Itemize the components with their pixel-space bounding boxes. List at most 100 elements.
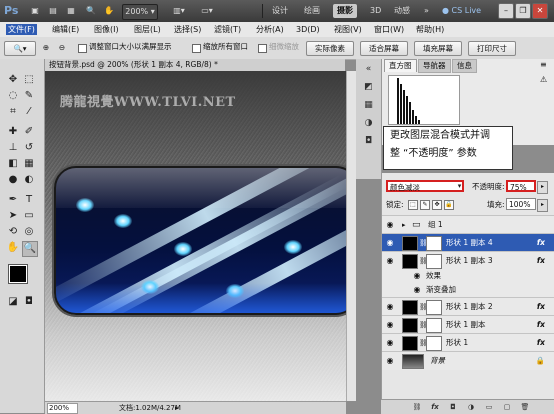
lock-image-icon[interactable]: ✎	[420, 200, 430, 210]
expand-triangle-icon[interactable]: ▸	[402, 220, 406, 230]
tool-preset-picker[interactable]: 🔍▾	[4, 41, 36, 56]
foreground-color-swatch[interactable]	[8, 264, 28, 284]
visibility-eye-icon[interactable]: ◉	[385, 302, 395, 312]
resize-windows-checkbox[interactable]	[78, 44, 87, 53]
zoom-level-select[interactable]: 200% ▾	[122, 4, 158, 20]
background-layer-row[interactable]: ◉ 背景 🔒	[382, 351, 554, 370]
3d-camera-icon[interactable]: ◎	[22, 225, 36, 239]
zoom-tool-icon[interactable]: 🔍	[84, 4, 98, 18]
delete-layer-icon[interactable]: 🗑	[519, 402, 531, 412]
fx-icon[interactable]: fx	[537, 320, 545, 330]
workspace-motion[interactable]: 动感	[390, 4, 414, 18]
menu-file[interactable]: 文件(F)	[6, 24, 37, 35]
fx-icon[interactable]: fx	[537, 302, 545, 312]
tab-navigator[interactable]: 导航器	[418, 59, 451, 73]
effect-visibility-icon[interactable]: ◉	[412, 285, 422, 295]
lock-position-icon[interactable]: ✥	[432, 200, 442, 210]
path-select-icon[interactable]: ➤	[6, 209, 20, 223]
fill-input[interactable]: 100%	[506, 198, 536, 210]
bridge-icon[interactable]: ▣	[28, 4, 42, 18]
menu-view[interactable]: 视图(V)	[334, 24, 362, 35]
menu-image[interactable]: 图像(I)	[94, 24, 119, 35]
gradient-tool-icon[interactable]: ▦	[22, 157, 36, 171]
menu-window[interactable]: 窗口(W)	[374, 24, 404, 35]
workspace-photography[interactable]: 摄影	[333, 4, 357, 18]
close-icon[interactable]: ✕	[532, 3, 548, 19]
adjustments-panel-icon[interactable]: ◑	[362, 117, 375, 130]
zoom-tool-panel-icon[interactable]: 🔍	[22, 241, 38, 257]
tab-histogram[interactable]: 直方图	[384, 59, 417, 72]
new-layer-icon[interactable]: ▢	[501, 402, 513, 412]
link-layers-icon[interactable]: ⛓	[411, 402, 423, 412]
more-workspaces-button[interactable]: »	[420, 4, 433, 18]
visibility-eye-icon[interactable]: ◉	[385, 356, 395, 366]
swatches-panel-icon[interactable]: ▦	[362, 99, 375, 112]
visibility-eye-icon[interactable]: ◉	[385, 220, 395, 230]
lock-all-icon[interactable]: 🔒	[444, 200, 454, 210]
opacity-slider-arrow-icon[interactable]: ▸	[537, 181, 548, 194]
3d-rotate-icon[interactable]: ⟲	[6, 225, 20, 239]
restore-icon[interactable]: ❐	[515, 3, 531, 19]
workspace-painting[interactable]: 绘画	[300, 4, 324, 18]
opacity-input[interactable]: 75%	[506, 180, 536, 192]
layer-row[interactable]: ◉ ⛓ 形状 1 副本 fx	[382, 315, 554, 334]
fill-screen-button[interactable]: 填充屏幕	[414, 41, 462, 56]
quick-mask-icon[interactable]: ◘	[22, 295, 36, 309]
lasso-tool-icon[interactable]: ◌	[6, 89, 20, 103]
extras-icon[interactable]: ▦	[64, 4, 78, 18]
blend-mode-select[interactable]: 颜色减淡	[386, 180, 464, 192]
color-panel-icon[interactable]: ◩	[362, 81, 375, 94]
mini-bridge-icon[interactable]: ▤	[46, 4, 60, 18]
arrange-documents-button[interactable]: ▥▾	[168, 4, 190, 18]
default-colors-icon[interactable]: ◪	[6, 295, 20, 309]
effects-row[interactable]: ◉ 效果	[382, 269, 554, 283]
collapse-dock-icon[interactable]: «	[362, 63, 375, 76]
healing-brush-icon[interactable]: ✚	[6, 125, 20, 139]
zoom-all-windows-checkbox[interactable]	[192, 44, 201, 53]
effects-visibility-icon[interactable]: ◉	[412, 271, 422, 281]
menu-filter[interactable]: 滤镜(T)	[214, 24, 241, 35]
tab-info[interactable]: 信息	[452, 59, 477, 73]
menu-layer[interactable]: 图层(L)	[134, 24, 161, 35]
minimize-icon[interactable]: –	[498, 3, 514, 19]
pen-tool-icon[interactable]: ✒	[6, 193, 20, 207]
menu-help[interactable]: 帮助(H)	[416, 24, 444, 35]
menu-select[interactable]: 选择(S)	[174, 24, 201, 35]
visibility-eye-icon[interactable]: ◉	[385, 320, 395, 330]
scrubby-zoom-checkbox[interactable]	[258, 44, 267, 53]
effect-item-row[interactable]: ◉ 渐变叠加	[382, 283, 554, 297]
status-zoom-field[interactable]: 200%	[47, 403, 78, 414]
zoom-out-icon[interactable]: ⊖	[56, 41, 68, 54]
eyedropper-tool-icon[interactable]: ⁄	[22, 105, 36, 119]
screen-mode-button[interactable]: ▭▾	[196, 4, 218, 18]
history-brush-icon[interactable]: ↺	[22, 141, 36, 155]
menu-edit[interactable]: 编辑(E)	[52, 24, 79, 35]
zoom-in-icon[interactable]: ⊕	[40, 41, 52, 54]
layer-row[interactable]: ◉ ⛓ 形状 1 fx	[382, 333, 554, 352]
lock-transparent-icon[interactable]: ⬚	[408, 200, 418, 210]
workspace-design[interactable]: 设计	[268, 4, 292, 18]
fit-screen-button[interactable]: 适合屏幕	[360, 41, 408, 56]
fx-icon[interactable]: fx	[537, 256, 545, 266]
blur-tool-icon[interactable]: ●	[6, 173, 20, 187]
type-tool-icon[interactable]: T	[22, 193, 36, 207]
menu-3d[interactable]: 3D(D)	[296, 24, 320, 35]
workspace-3d[interactable]: 3D	[366, 4, 385, 18]
visibility-eye-icon[interactable]: ◉	[385, 238, 395, 248]
fill-slider-arrow-icon[interactable]: ▸	[537, 199, 548, 212]
crop-tool-icon[interactable]: ⌗	[6, 105, 20, 119]
layer-row[interactable]: ◉ ⛓ 形状 1 副本 2 fx	[382, 297, 554, 316]
layer-group-row[interactable]: ◉ ▸ ▭ 组 1	[382, 215, 554, 234]
masks-panel-icon[interactable]: ◘	[362, 135, 375, 148]
marquee-tool-icon[interactable]: ⬚	[22, 73, 36, 87]
fx-icon[interactable]: fx	[537, 338, 545, 348]
hand-tool-panel-icon[interactable]: ✋	[6, 241, 20, 255]
visibility-eye-icon[interactable]: ◉	[385, 256, 395, 266]
cslive-button[interactable]: ● CS Live	[438, 4, 485, 18]
shape-tool-icon[interactable]: ▭	[22, 209, 36, 223]
panel-menu-icon[interactable]: ≡	[540, 60, 547, 69]
menu-analysis[interactable]: 分析(A)	[256, 24, 284, 35]
dodge-tool-icon[interactable]: ◐	[22, 173, 36, 187]
eraser-tool-icon[interactable]: ◧	[6, 157, 20, 171]
adjustment-layer-icon[interactable]: ◑	[465, 402, 477, 412]
